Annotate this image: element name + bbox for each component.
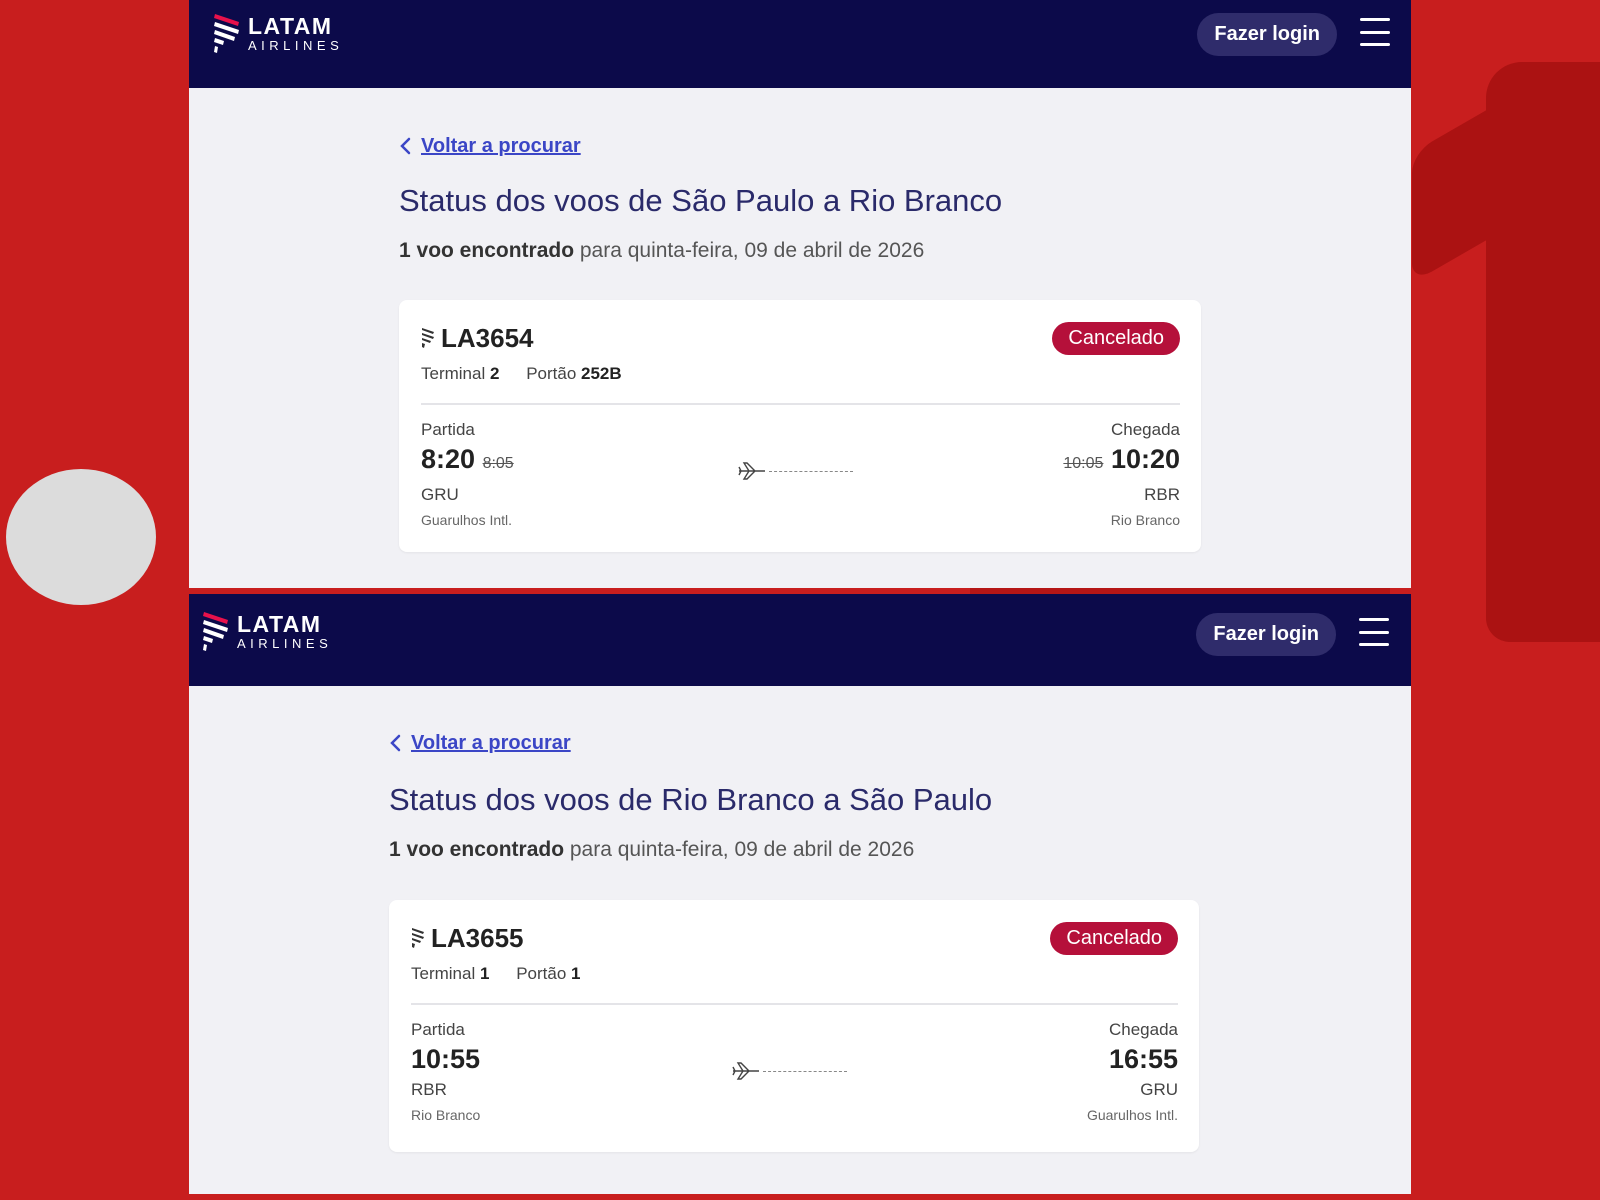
back-link-label[interactable]: Voltar a procurar (421, 135, 581, 158)
arrival-info: Chegada 16:55 GRU Guarulhos Intl. (1087, 1018, 1178, 1126)
gate-value: 252B (581, 364, 622, 383)
logo-wordmark: LATAM (237, 611, 322, 637)
chevron-left-icon (390, 734, 401, 752)
arrival-airport: Guarulhos Intl. (1086, 1107, 1178, 1123)
arrival-airport: Rio Branco (1110, 512, 1180, 528)
arrival-time-new: 10:20 (1110, 444, 1180, 474)
menu-icon[interactable] (1360, 18, 1390, 46)
flight-number-text: LA3655 (431, 923, 524, 953)
logo-wordmark: LATAM (248, 13, 333, 39)
card-divider (421, 403, 1180, 405)
departure-label: Partida (411, 1020, 465, 1039)
card-divider (411, 1003, 1178, 1005)
arrival-label: Chegada (1110, 420, 1180, 439)
departure-airport: Rio Branco (411, 1107, 481, 1123)
status-badge: Cancelado (1052, 322, 1180, 355)
airplane-icon (738, 462, 765, 480)
terminal-gate-info: Terminal 2 Portão 252B (421, 362, 1180, 386)
back-link[interactable]: Voltar a procurar (399, 133, 1411, 159)
results-count-date: para quinta-feira, 09 de abril de 2026 (574, 239, 925, 262)
top-nav: LATAM AIRLINES Fazer login (189, 0, 1411, 88)
departure-time-new: 8:20 (421, 444, 476, 474)
latam-small-logo-icon (422, 328, 434, 348)
results-count: 1 voo encontrado para quinta-feira, 09 d… (389, 836, 1411, 864)
departure-airport: Guarulhos Intl. (421, 512, 513, 528)
main-content: Voltar a procurar Status dos voos de São… (189, 133, 1411, 552)
arrival-info: Chegada 10:05 10:20 RBR Rio Branco (1063, 418, 1180, 531)
terminal-gate-info: Terminal 1 Portão 1 (411, 962, 1178, 986)
gate-label: Portão (516, 964, 567, 983)
chevron-left-icon (400, 137, 411, 155)
back-link-label[interactable]: Voltar a procurar (411, 732, 571, 755)
arrival-code: RBR (1144, 485, 1180, 504)
menu-icon[interactable] (1359, 618, 1389, 646)
status-badge: Cancelado (1050, 922, 1178, 955)
departure-label: Partida (421, 420, 475, 439)
background-number-shape (1486, 62, 1600, 642)
flight-status-screenshot: LATAM AIRLINES Fazer login Voltar a proc… (189, 594, 1411, 1194)
terminal-label: Terminal (411, 964, 476, 983)
route-line (737, 460, 853, 482)
departure-time: 10:55 (411, 1044, 481, 1074)
gate-label: Portão (526, 364, 577, 383)
terminal-label: Terminal (421, 364, 486, 383)
top-nav: LATAM AIRLINES Fazer login (189, 594, 1411, 686)
departure-info: Partida 10:55 RBR Rio Branco (411, 1018, 480, 1126)
latam-logo[interactable]: LATAM AIRLINES (201, 610, 332, 654)
departure-code: RBR (411, 1080, 447, 1099)
departure-time-old: 8:05 (482, 455, 514, 472)
arrival-time: 10:05 10:20 (1063, 442, 1180, 481)
background-circle (6, 469, 156, 605)
arrival-code: GRU (1140, 1080, 1178, 1099)
flight-card[interactable]: LA3654 Cancelado Terminal 2 Portão 252B … (399, 300, 1201, 552)
latam-small-logo-icon (412, 928, 424, 948)
departure-time: 8:20 8:05 (421, 442, 514, 481)
latam-logo-icon (214, 14, 239, 53)
results-count-bold: 1 voo encontrado (389, 838, 565, 861)
results-count-date: para quinta-feira, 09 de abril de 2026 (564, 838, 915, 861)
login-button[interactable]: Fazer login (1196, 613, 1336, 656)
results-count: 1 voo encontrado para quinta-feira, 09 d… (399, 237, 1411, 265)
gate-value: 1 (571, 964, 581, 983)
back-link[interactable]: Voltar a procurar (389, 730, 1411, 756)
logo-subtitle: AIRLINES (237, 636, 333, 651)
departure-code: GRU (421, 485, 459, 504)
results-count-bold: 1 voo encontrado (399, 239, 575, 262)
route-line (731, 1060, 847, 1082)
login-button[interactable]: Fazer login (1197, 13, 1337, 56)
flight-status-screenshot: LATAM AIRLINES Fazer login Voltar a proc… (189, 0, 1411, 588)
page-title: Status dos voos de São Paulo a Rio Branc… (399, 183, 1003, 218)
flight-card[interactable]: LA3655 Cancelado Terminal 1 Portão 1 Par… (389, 900, 1199, 1152)
arrival-label: Chegada (1108, 1020, 1178, 1039)
terminal-value: 1 (479, 964, 490, 983)
page-title: Status dos voos de Rio Branco a São Paul… (389, 782, 993, 817)
main-content: Voltar a procurar Status dos voos de Rio… (189, 730, 1411, 1152)
flight-number-text: LA3654 (441, 323, 534, 353)
departure-info: Partida 8:20 8:05 GRU Guarulhos Intl. (421, 418, 514, 531)
latam-logo-icon (203, 612, 228, 651)
arrival-time-old: 10:05 (1063, 455, 1104, 472)
arrival-time: 16:55 (1108, 1044, 1178, 1074)
airplane-icon (732, 1062, 759, 1080)
latam-logo[interactable]: LATAM AIRLINES (212, 12, 343, 56)
terminal-value: 2 (489, 364, 500, 383)
logo-subtitle: AIRLINES (248, 38, 344, 53)
